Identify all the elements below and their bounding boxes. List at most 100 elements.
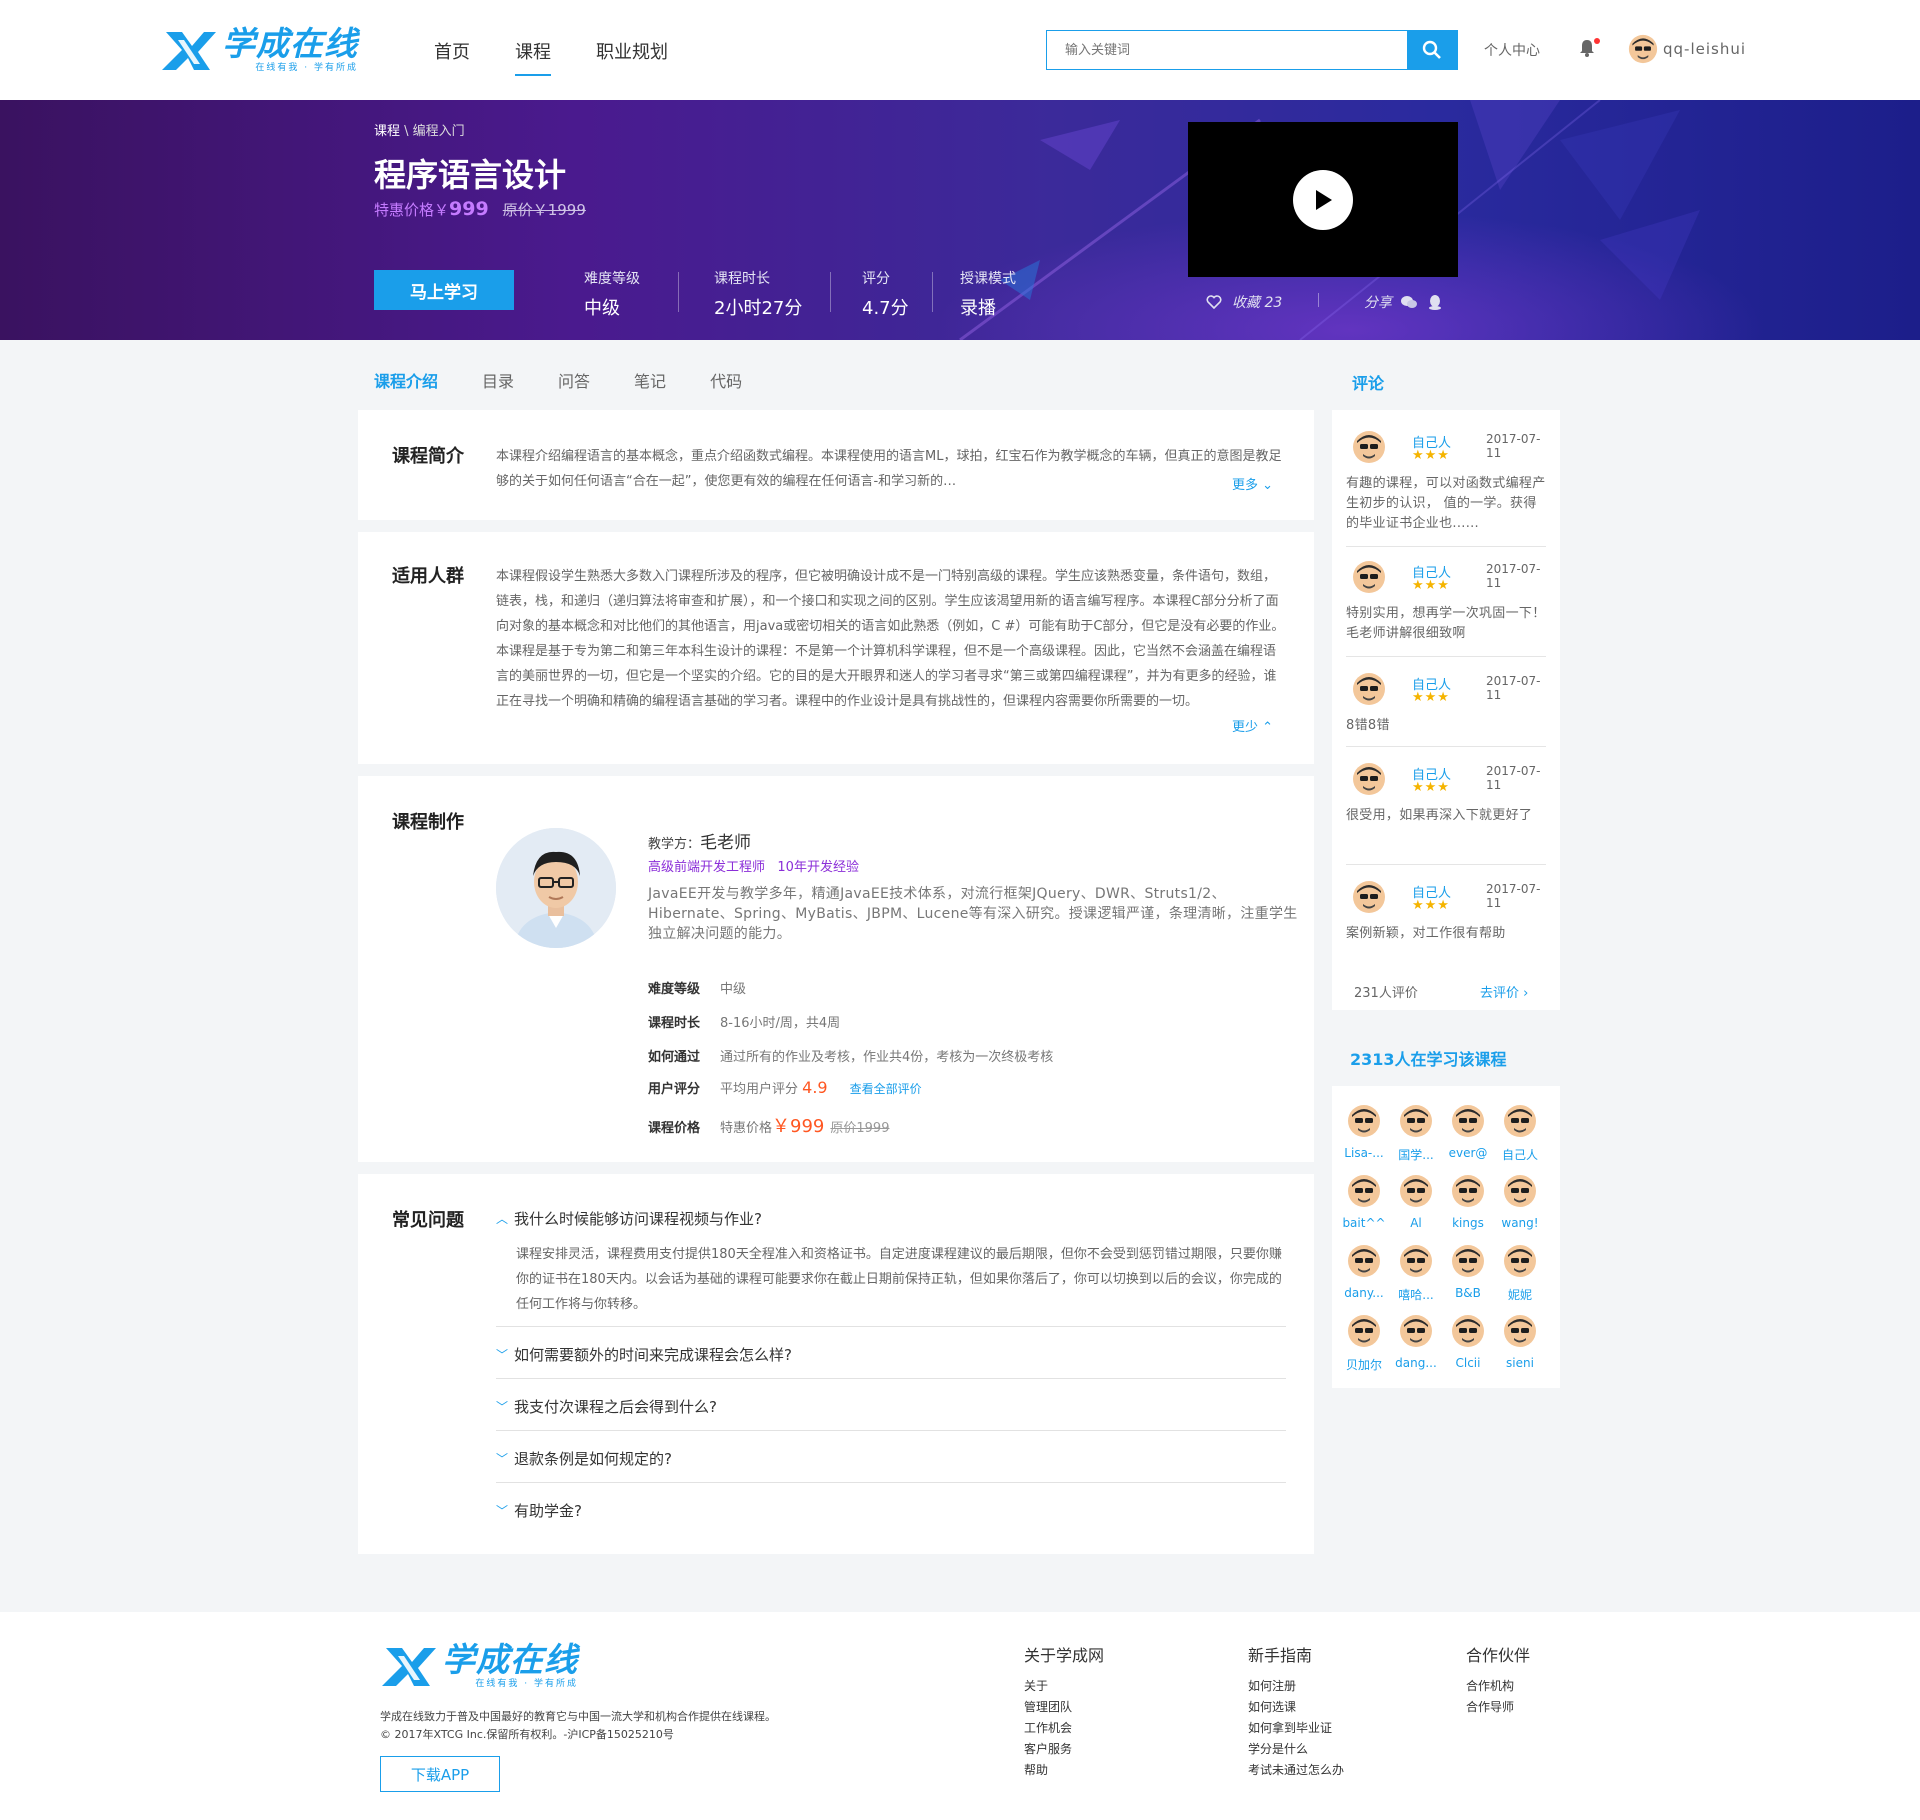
- teacher-name-value: 毛老师: [700, 833, 752, 853]
- faq-question[interactable]: ︿ 我什么时候能够访问课程视频与作业?: [496, 1208, 762, 1229]
- learner-item[interactable]: dany...: [1338, 1244, 1390, 1300]
- footer-link[interactable]: 如何拿到毕业证: [1248, 1718, 1344, 1739]
- chevron-down-icon: ﹀: [496, 1452, 509, 1466]
- stat-label: 授课模式: [960, 271, 1016, 287]
- wechat-icon[interactable]: [1400, 295, 1418, 309]
- learner-item[interactable]: Al: [1390, 1174, 1442, 1230]
- footer-link[interactable]: 合作机构: [1466, 1676, 1530, 1697]
- avatar: [1348, 1105, 1380, 1137]
- learner-item[interactable]: 嘻哈...: [1390, 1244, 1442, 1303]
- more-toggle[interactable]: 更多 ⌄: [1232, 474, 1273, 493]
- avatar: [1504, 1245, 1536, 1277]
- avatar: [1353, 673, 1385, 705]
- username[interactable]: qq-leishui: [1663, 40, 1746, 58]
- comments-title: 评论: [1352, 374, 1385, 393]
- avatar: [1452, 1175, 1484, 1207]
- video-preview[interactable]: [1188, 122, 1458, 277]
- stat-mode: 授课模式 录播: [960, 268, 1016, 320]
- faq-question[interactable]: ﹀ 我支付次课程之后会得到什么?: [496, 1396, 717, 1417]
- tab-catalog[interactable]: 目录: [482, 368, 514, 392]
- learner-item[interactable]: kings: [1442, 1174, 1494, 1230]
- search-box: [1046, 30, 1458, 70]
- view-all-reviews-link[interactable]: 查看全部评价: [850, 1080, 922, 1097]
- breadcrumb-leaf[interactable]: 编程入门: [413, 124, 465, 139]
- learner-item[interactable]: Lisa-...: [1338, 1104, 1390, 1160]
- comment-divider: [1346, 746, 1546, 747]
- footer-link[interactable]: 管理团队: [1024, 1697, 1104, 1718]
- learner-name: sieni: [1506, 1356, 1534, 1370]
- stat-label: 课程时长: [714, 271, 770, 287]
- nav-home[interactable]: 首页: [434, 38, 470, 76]
- footer-link[interactable]: 考试未通过怎么办: [1248, 1760, 1344, 1781]
- learner-item[interactable]: 贝加尔: [1338, 1314, 1390, 1373]
- learner-item[interactable]: 自己人: [1494, 1104, 1546, 1163]
- footer-link[interactable]: 如何注册: [1248, 1676, 1344, 1697]
- learner-item[interactable]: wang!: [1494, 1174, 1546, 1230]
- nav-career[interactable]: 职业规划: [596, 38, 668, 76]
- footer-link[interactable]: 工作机会: [1024, 1718, 1104, 1739]
- learner-item[interactable]: B&B: [1442, 1244, 1494, 1300]
- avatar: [1353, 561, 1385, 593]
- tab-intro[interactable]: 课程介绍: [374, 368, 438, 392]
- tab-notes[interactable]: 笔记: [634, 368, 666, 392]
- logo[interactable]: 学成在线 在线有我 · 学有所成: [160, 26, 358, 73]
- favorite-button[interactable]: 收藏 23: [1206, 292, 1282, 312]
- learner-name: 自己人: [1501, 1148, 1538, 1162]
- learner-item[interactable]: 国学...: [1390, 1104, 1442, 1163]
- faq-divider: [496, 1326, 1286, 1327]
- less-toggle[interactable]: 更少 ⌃: [1232, 716, 1273, 735]
- play-button[interactable]: [1293, 169, 1353, 230]
- avatar: [1348, 1175, 1380, 1207]
- tab-qa[interactable]: 问答: [558, 368, 590, 392]
- footer-logo[interactable]: 学成在线 在线有我 · 学有所成: [380, 1642, 578, 1689]
- learner-name: Al: [1410, 1216, 1422, 1230]
- footer-link[interactable]: 学分是什么: [1248, 1739, 1344, 1760]
- play-icon: [1316, 189, 1332, 210]
- footer-link[interactable]: 合作导师: [1466, 1697, 1530, 1718]
- review-count: 231人评价: [1354, 986, 1418, 1001]
- learner-item[interactable]: 妮妮: [1494, 1244, 1546, 1303]
- nav-courses[interactable]: 课程: [515, 38, 551, 76]
- learner-item[interactable]: dang...: [1390, 1314, 1442, 1370]
- study-now-button[interactable]: 马上学习: [374, 270, 514, 310]
- search-input[interactable]: [1047, 31, 1407, 69]
- footer-link[interactable]: 如何选课: [1248, 1697, 1344, 1718]
- stat-value: 4.7分: [862, 298, 909, 319]
- learner-name: 嘻哈...: [1398, 1288, 1434, 1302]
- learner-name: Clcii: [1455, 1356, 1481, 1370]
- tab-code[interactable]: 代码: [710, 368, 742, 392]
- star-rating: ★★★: [1412, 690, 1450, 705]
- avatar: [1452, 1245, 1484, 1277]
- teacher-tags: 高级前端开发工程师 10年开发经验: [648, 860, 859, 875]
- footer-link[interactable]: 帮助: [1024, 1760, 1104, 1781]
- go-review-label: 去评价: [1480, 986, 1520, 1001]
- user-avatar[interactable]: [1628, 34, 1658, 64]
- faq-question-text: 我什么时候能够访问课程视频与作业?: [514, 1210, 762, 1228]
- avatar: [1400, 1245, 1432, 1277]
- chevron-up-icon: ︿: [496, 1212, 509, 1226]
- comment-divider: [1346, 546, 1546, 547]
- avatar: [1353, 881, 1385, 913]
- course-tabs: 课程介绍 目录 问答 笔记 代码: [374, 368, 786, 392]
- search-button[interactable]: [1407, 31, 1457, 69]
- footer-link[interactable]: 关于: [1024, 1676, 1104, 1697]
- banner-divider: [1318, 293, 1319, 307]
- learner-item[interactable]: ever@: [1442, 1104, 1494, 1160]
- personal-center-link[interactable]: 个人中心: [1484, 40, 1540, 60]
- stat-label: 评分: [862, 271, 890, 287]
- learner-item[interactable]: Clcii: [1442, 1314, 1494, 1370]
- footer-col-title: 合作伙伴: [1466, 1646, 1531, 1665]
- footer-link[interactable]: 客户服务: [1024, 1739, 1104, 1760]
- qq-icon[interactable]: [1428, 294, 1442, 310]
- chevron-down-icon: ⌄: [1262, 478, 1274, 493]
- breadcrumb-root[interactable]: 课程: [374, 124, 400, 139]
- download-app-button[interactable]: 下载APP: [380, 1756, 500, 1792]
- info-score-prefix: 平均用户评分: [720, 1082, 799, 1097]
- faq-question[interactable]: ﹀ 退款条例是如何规定的?: [496, 1448, 672, 1469]
- faq-question[interactable]: ﹀ 如何需要额外的时间来完成课程会怎么样?: [496, 1344, 792, 1365]
- go-review-link[interactable]: 去评价 ›: [1480, 982, 1528, 1001]
- learner-item[interactable]: sieni: [1494, 1314, 1546, 1370]
- faq-question[interactable]: ﹀ 有助学金?: [496, 1500, 582, 1521]
- notification-button[interactable]: [1578, 38, 1600, 62]
- learner-item[interactable]: bait^^: [1338, 1174, 1390, 1230]
